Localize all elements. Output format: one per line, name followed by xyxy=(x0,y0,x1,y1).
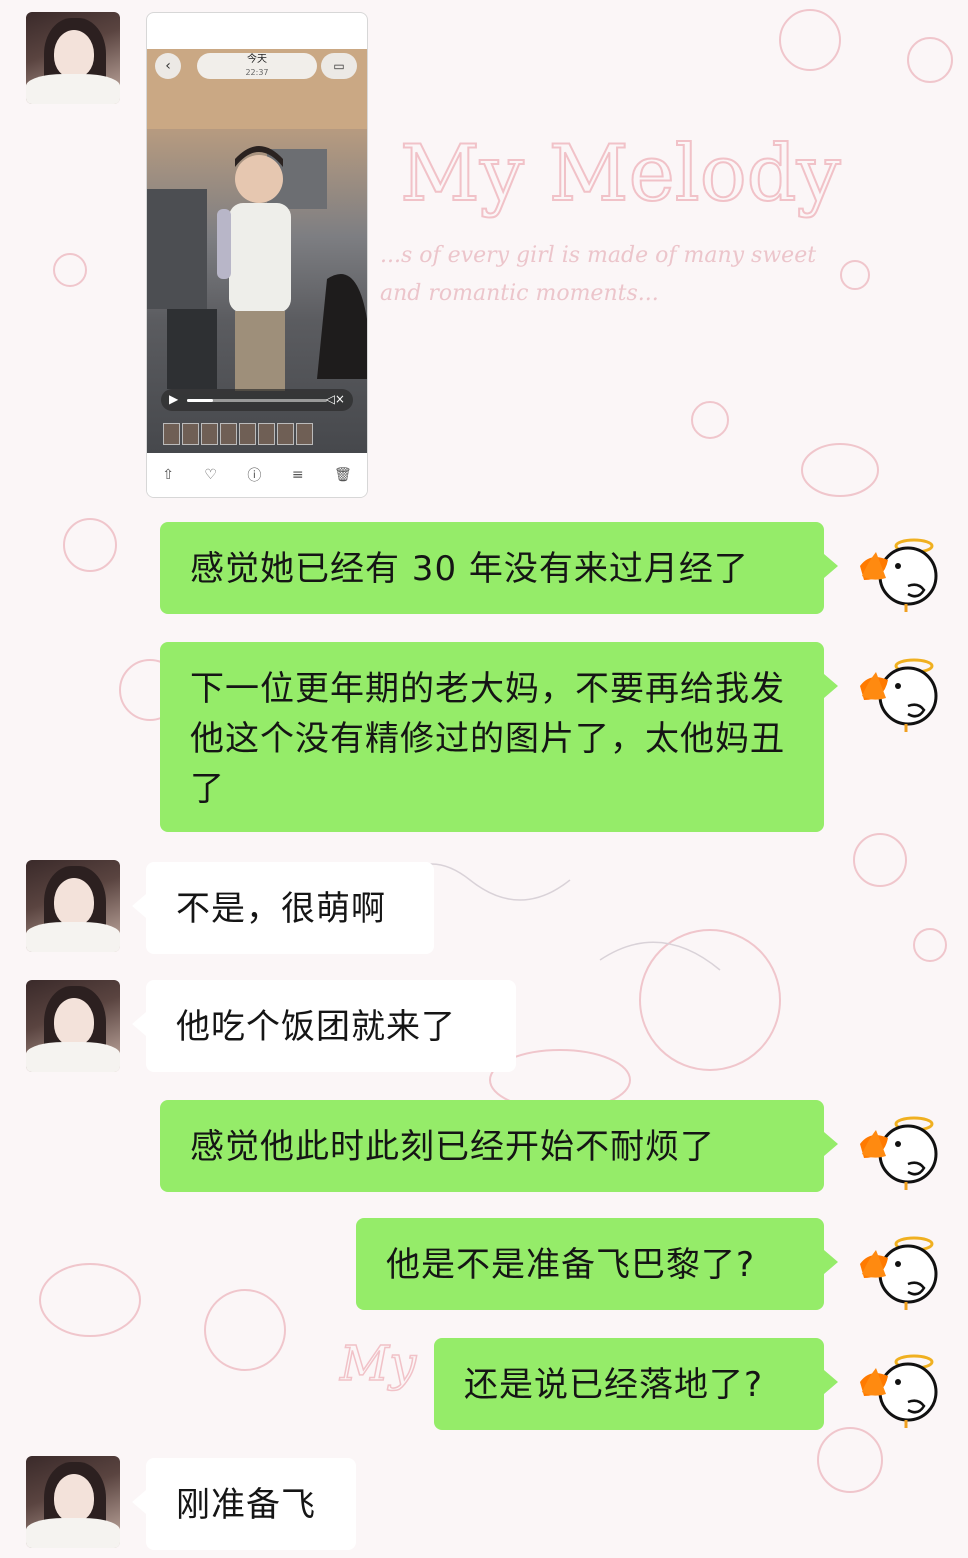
info-icon[interactable]: ⓘ xyxy=(247,465,261,485)
message-bubble-sent[interactable]: 还是说已经落地了? xyxy=(434,1338,838,1430)
video-date-pill: 今天 22:37 xyxy=(197,53,317,79)
self-avatar[interactable] xyxy=(846,640,946,740)
contact-avatar[interactable] xyxy=(26,12,120,104)
contact-avatar[interactable] xyxy=(26,1456,120,1548)
play-icon[interactable]: ▶ xyxy=(169,392,178,406)
contact-avatar[interactable] xyxy=(26,980,120,1072)
message-bubble-received[interactable]: 刚准备飞 xyxy=(132,1458,356,1550)
video-player-controls[interactable]: ▶ ◁× xyxy=(161,389,353,411)
svg-text:My: My xyxy=(339,1336,417,1392)
message-bubble-sent[interactable]: 感觉她已经有 30 年没有来过月经了 xyxy=(160,522,838,614)
sliders-icon[interactable]: ≡ xyxy=(292,467,304,483)
message-bubble-sent[interactable]: 他是不是准备飞巴黎了? xyxy=(356,1218,838,1310)
contact-avatar[interactable] xyxy=(26,860,120,952)
self-avatar[interactable] xyxy=(846,520,946,620)
progress-fill xyxy=(187,399,213,402)
watermark-title: My Melody xyxy=(400,129,841,219)
duck-angel-icon xyxy=(860,538,938,612)
duck-angel-icon xyxy=(860,658,938,732)
message-bubble-sent[interactable]: 感觉他此时此刻已经开始不耐烦了 xyxy=(160,1100,838,1192)
heart-icon[interactable]: ♡ xyxy=(204,467,217,483)
video-message-thumbnail[interactable]: ‹ 今天 22:37 ▭ ▶ ◁× ⇧ ♡ ⓘ ≡ 🗑 xyxy=(146,12,368,498)
duck-angel-icon xyxy=(860,1236,938,1310)
message-bubble-received[interactable]: 他吃个饭团就来了 xyxy=(132,980,516,1072)
watermark-subtitle-2: and romantic moments... xyxy=(380,281,659,306)
duck-angel-icon xyxy=(860,1354,938,1428)
video-date-label: 今天 xyxy=(247,54,267,65)
watermark-subtitle-1: ...s of every girl is made of many sweet xyxy=(380,243,816,268)
message-bubble-received[interactable]: 不是，很萌啊 xyxy=(132,862,434,954)
self-avatar[interactable] xyxy=(846,1218,946,1318)
message-bubble-sent[interactable]: 下一位更年期的老大妈，不要再给我发他这个没有精修过的图片了，太他妈丑了 xyxy=(160,642,838,832)
mute-icon[interactable]: ◁× xyxy=(326,392,345,406)
duck-angel-icon xyxy=(860,1116,938,1190)
frame-strip[interactable] xyxy=(163,423,313,445)
self-avatar[interactable] xyxy=(846,1336,946,1436)
share-icon[interactable]: ⇧ xyxy=(162,467,174,483)
video-time-label: 22:37 xyxy=(245,68,269,77)
video-camera-icon[interactable]: ▭ xyxy=(321,53,357,79)
self-avatar[interactable] xyxy=(846,1098,946,1198)
trash-icon[interactable]: 🗑 xyxy=(334,467,352,483)
chevron-left-icon[interactable]: ‹ xyxy=(155,53,181,79)
video-toolbar: ⇧ ♡ ⓘ ≡ 🗑 xyxy=(147,453,367,497)
